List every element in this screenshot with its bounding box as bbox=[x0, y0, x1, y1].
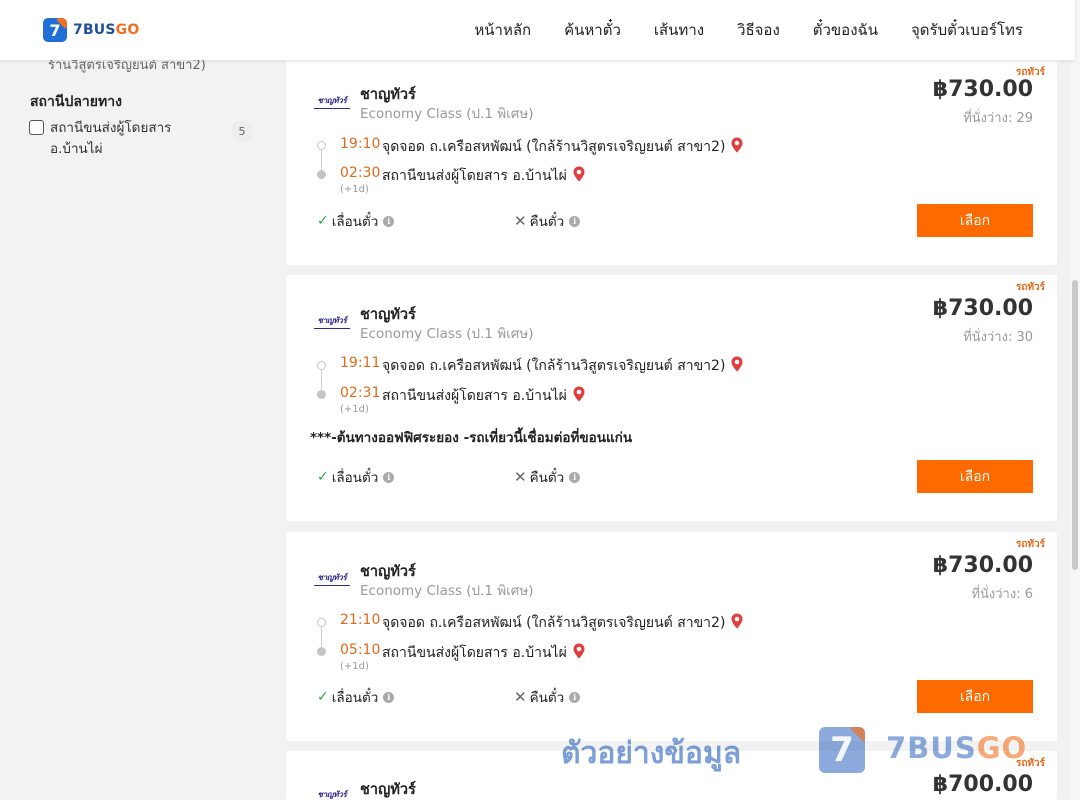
operator-logo: ชาญทัวร์ bbox=[314, 570, 350, 586]
logo-badge-icon: 7 bbox=[43, 18, 67, 42]
seats-available: ที่นั่งว่าง: 30 bbox=[963, 330, 1033, 345]
depart-dot-icon bbox=[317, 361, 326, 370]
arrive-stop: สถานีขนส่งผู้โดยสาร อ.บ้านไผ่ bbox=[382, 642, 585, 664]
depart-time: 21:10 bbox=[340, 612, 381, 628]
map-pin-icon[interactable] bbox=[573, 386, 585, 402]
depart-dot-icon bbox=[317, 618, 326, 627]
operator-logo: ชาญทัวร์ bbox=[314, 93, 350, 109]
refund-feature: ✕ คืนตั๋ว i bbox=[514, 466, 581, 488]
arrive-dot-icon bbox=[317, 647, 326, 656]
map-pin-icon[interactable] bbox=[573, 166, 585, 182]
next-day-indicator: (+1d) bbox=[340, 661, 369, 672]
trip-note: ***-ต้นทางออฟฟิศระยอง -รถเที่ยวนี้เชื่อม… bbox=[310, 430, 633, 446]
arrive-dot-icon bbox=[317, 390, 326, 399]
trip-card: รถทัวร์ ชาญทัวร์ ชาญทัวร์ Economy Class … bbox=[286, 532, 1057, 741]
depart-dot-icon bbox=[317, 141, 326, 150]
check-icon: ✓ bbox=[317, 469, 329, 485]
select-trip-button[interactable]: เลือก bbox=[917, 460, 1033, 493]
destination-filter-title: สถานีปลายทาง bbox=[30, 94, 122, 110]
x-icon: ✕ bbox=[514, 688, 527, 706]
site-logo[interactable]: 7 7BUSGO bbox=[43, 18, 139, 42]
bus-class: Economy Class (ป.1 พิเศษ) bbox=[360, 326, 534, 342]
watermark-logo-icon: 7 bbox=[819, 727, 865, 773]
next-day-indicator: (+1d) bbox=[340, 404, 369, 415]
info-icon[interactable]: i bbox=[569, 691, 581, 703]
select-trip-button[interactable]: เลือก bbox=[917, 680, 1033, 713]
nav-item-how-to-book[interactable]: วิธีจอง bbox=[737, 18, 780, 42]
depart-time: 19:11 bbox=[340, 355, 381, 371]
destination-filter-label[interactable]: สถานีขนส่งผู้โดยสาร อ.บ้านไผ่ bbox=[50, 118, 190, 160]
route-line bbox=[321, 627, 322, 647]
trip-card: รถทัวร์ ชาญทัวร์ ชาญทัวร์ Economy Class … bbox=[286, 275, 1057, 521]
route-line bbox=[321, 370, 322, 390]
x-icon: ✕ bbox=[514, 212, 527, 230]
watermark-brand: 7BUSGO bbox=[886, 731, 1028, 765]
arrive-stop: สถานีขนส่งผู้โดยสาร อ.บ้านไผ่ bbox=[382, 165, 585, 187]
depart-stop: จุดจอด ถ.เครือสหพัฒน์ (ใกล้ร้านวิสูตรเจร… bbox=[382, 136, 743, 158]
reschedule-feature: ✓ เลื่อนตั๋ว i bbox=[317, 466, 395, 488]
nav-item-home[interactable]: หน้าหลัก bbox=[474, 18, 531, 42]
info-icon[interactable]: i bbox=[383, 691, 395, 703]
sample-data-watermark: ตัวอย่างข้อมูล bbox=[561, 736, 742, 771]
destination-filter-checkbox[interactable] bbox=[29, 120, 44, 135]
next-day-indicator: (+1d) bbox=[340, 184, 369, 195]
ticket-price: ฿730.00 bbox=[932, 77, 1033, 102]
info-icon[interactable]: i bbox=[383, 471, 395, 483]
arrive-stop: สถานีขนส่งผู้โดยสาร อ.บ้านไผ่ bbox=[382, 385, 585, 407]
arrive-time: 02:30 bbox=[340, 165, 381, 181]
bus-class: Economy Class (ป.1 พิเศษ) bbox=[360, 583, 534, 599]
info-icon[interactable]: i bbox=[569, 471, 581, 483]
top-header: 7 7BUSGO หน้าหลัก ค้นหาตั๋ว เส้นทาง วิธี… bbox=[0, 0, 1075, 60]
operator-name: ชาญทัวร์ bbox=[360, 782, 416, 798]
refund-feature: ✕ คืนตั๋ว i bbox=[514, 210, 581, 232]
x-icon: ✕ bbox=[514, 468, 527, 486]
refund-feature: ✕ คืนตั๋ว i bbox=[514, 686, 581, 708]
nav-item-my-tickets[interactable]: ตั๋วของฉัน bbox=[813, 18, 878, 42]
nav-item-routes[interactable]: เส้นทาง bbox=[654, 18, 704, 42]
operator-logo: ชาญทัวร์ bbox=[314, 787, 350, 800]
map-pin-icon[interactable] bbox=[573, 643, 585, 659]
logo-wordmark: 7BUSGO bbox=[73, 22, 140, 38]
trip-card: รถทัวร์ ชาญทัวร์ ชาญทัวร์ Economy Class … bbox=[286, 60, 1057, 265]
seats-available: ที่นั่งว่าง: 6 bbox=[971, 587, 1033, 602]
depart-time: 19:10 bbox=[340, 136, 381, 152]
bus-class: Economy Class (ป.1 พิเศษ) bbox=[360, 106, 534, 122]
check-icon: ✓ bbox=[317, 689, 329, 705]
operator-logo: ชาญทัวร์ bbox=[314, 313, 350, 329]
arrive-time: 05:10 bbox=[340, 642, 381, 658]
map-pin-icon[interactable] bbox=[731, 613, 743, 629]
scrollbar-thumb[interactable] bbox=[1072, 280, 1078, 570]
select-trip-button[interactable]: เลือก bbox=[917, 204, 1033, 237]
bus-type-tag: รถทัวร์ bbox=[1015, 282, 1045, 293]
map-pin-icon[interactable] bbox=[731, 137, 743, 153]
map-pin-icon[interactable] bbox=[731, 356, 743, 372]
arrive-dot-icon bbox=[317, 170, 326, 179]
check-icon: ✓ bbox=[317, 213, 329, 229]
depart-stop: จุดจอด ถ.เครือสหพัฒน์ (ใกล้ร้านวิสูตรเจร… bbox=[382, 612, 743, 634]
nav-item-search-tickets[interactable]: ค้นหาตั๋ว bbox=[564, 18, 621, 42]
info-icon[interactable]: i bbox=[383, 215, 395, 227]
route-line bbox=[321, 150, 322, 170]
info-icon[interactable]: i bbox=[569, 215, 581, 227]
bus-type-tag: รถทัวร์ bbox=[1015, 539, 1045, 550]
destination-filter-count: 5 bbox=[231, 120, 253, 142]
seats-available: ที่นั่งว่าง: 29 bbox=[963, 111, 1033, 126]
ticket-price: ฿730.00 bbox=[932, 553, 1033, 578]
ticket-price: ฿730.00 bbox=[932, 296, 1033, 321]
main-nav: หน้าหลัก ค้นหาตั๋ว เส้นทาง วิธีจอง ตั๋วข… bbox=[441, 0, 1023, 60]
page-scrollbar[interactable] bbox=[1070, 0, 1080, 800]
reschedule-feature: ✓ เลื่อนตั๋ว i bbox=[317, 210, 395, 232]
ticket-price: ฿700.00 bbox=[932, 772, 1033, 797]
nav-item-pickup-points[interactable]: จุดรับตั๋วเบอร์โทร bbox=[911, 18, 1023, 42]
arrive-time: 02:31 bbox=[340, 385, 381, 401]
depart-stop: จุดจอด ถ.เครือสหพัฒน์ (ใกล้ร้านวิสูตรเจร… bbox=[382, 355, 743, 377]
reschedule-feature: ✓ เลื่อนตั๋ว i bbox=[317, 686, 395, 708]
filter-sidebar: ร้านวิสูตรเจริญยนต์ สาขา2) สถานีปลายทาง … bbox=[0, 58, 272, 800]
